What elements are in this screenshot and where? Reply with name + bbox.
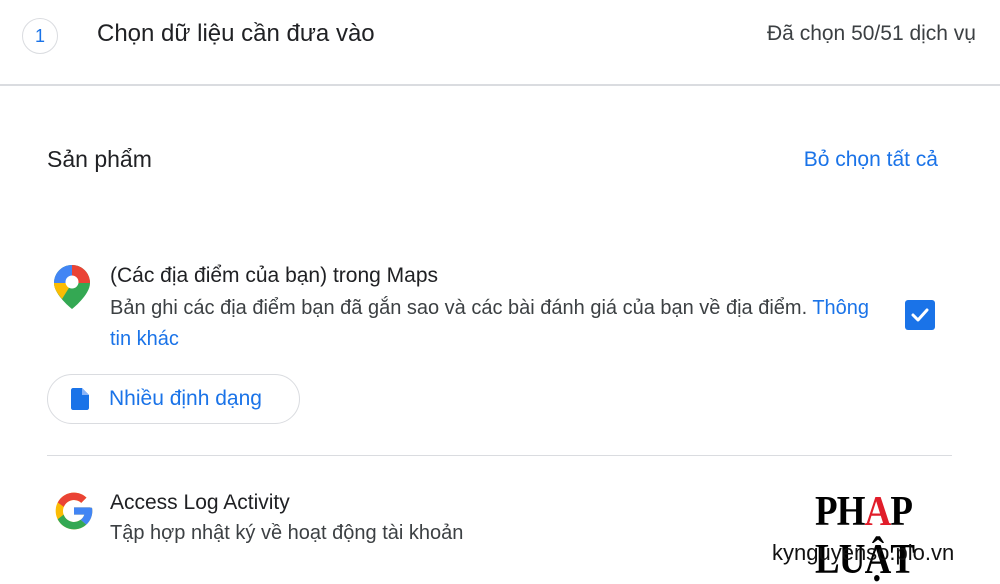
- product-description: Bản ghi các địa điểm bạn đã gắn sao và c…: [110, 293, 870, 355]
- format-button[interactable]: Nhiều định dạng: [47, 374, 300, 424]
- product-description: Tập hợp nhật ký về hoạt động tài khoản: [110, 522, 464, 544]
- step-header: 1 Chọn dữ liệu cần đưa vào Đã chọn 50/51…: [0, 0, 1000, 86]
- google-g-icon: [52, 489, 96, 538]
- google-maps-pin-icon: [52, 263, 92, 316]
- document-icon: [71, 388, 89, 410]
- watermark-url: kynguyenso.plo.vn: [772, 540, 955, 565]
- step-number-badge: 1: [22, 18, 58, 54]
- format-button-label: Nhiều định dạng: [109, 387, 262, 410]
- step-title: Chọn dữ liệu cần đưa vào: [97, 20, 375, 47]
- product-description-text: Bản ghi các địa điểm bạn đã gắn sao và c…: [110, 297, 808, 319]
- section-title: Sản phẩm: [47, 146, 152, 172]
- deselect-all-link[interactable]: Bỏ chọn tất cả: [804, 148, 938, 172]
- product-checkbox[interactable]: [905, 300, 935, 330]
- phap-luat-logo: PHAP LUẬT: [815, 489, 915, 583]
- product-name: Access Log Activity: [110, 491, 290, 514]
- product-name: (Các địa điểm của bạn) trong Maps: [110, 264, 438, 287]
- selected-count: Đã chọn 50/51 dịch vụ: [767, 22, 976, 45]
- product-divider: [47, 455, 952, 456]
- checkmark-icon: [911, 308, 929, 322]
